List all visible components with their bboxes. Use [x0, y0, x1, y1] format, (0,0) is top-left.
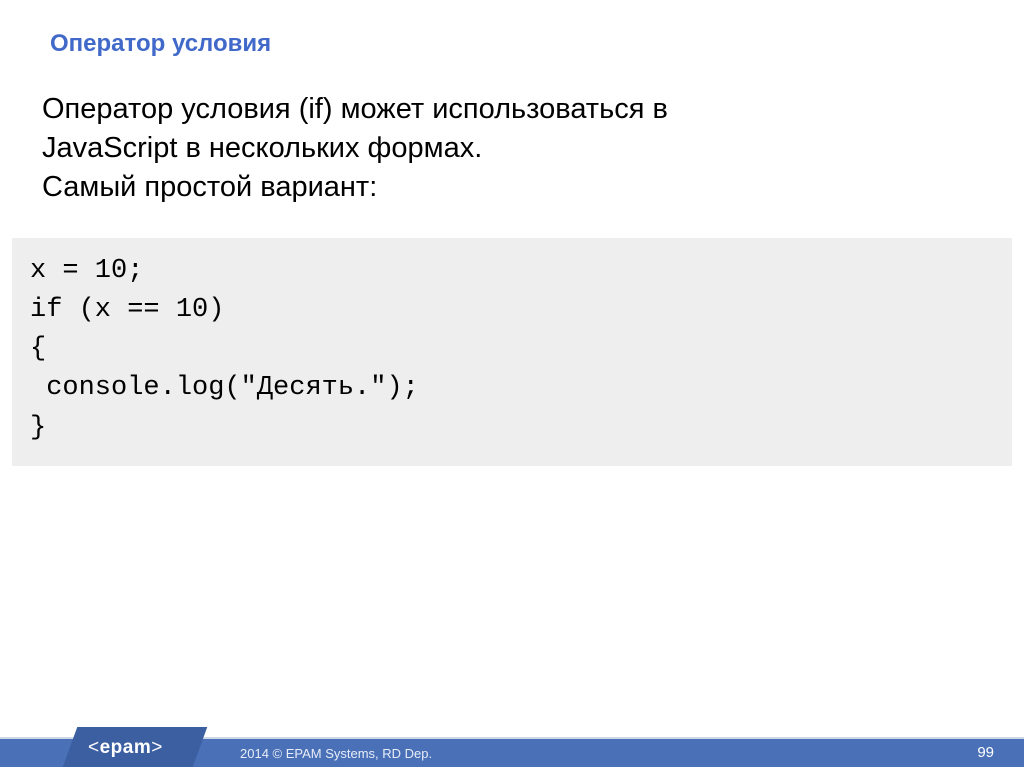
epam-logo: <ераm>: [88, 737, 163, 759]
copyright-text: 2014 © EPAM Systems, RD Dep.: [240, 746, 432, 761]
angle-left-icon: <: [88, 737, 100, 758]
body-line: JavaScript в нескольких формах.: [42, 129, 668, 168]
body-line: Самый простой вариант:: [42, 168, 668, 207]
angle-right-icon: >: [151, 737, 163, 758]
slide: Оператор условия Оператор условия (if) м…: [0, 0, 1024, 767]
footer: <ераm> 2014 © EPAM Systems, RD Dep. 99: [0, 727, 1024, 767]
page-number: 99: [977, 744, 994, 761]
body-line: Оператор условия (if) может использовать…: [42, 90, 668, 129]
code-block: x = 10; if (x == 10) { console.log("Деся…: [12, 238, 1012, 466]
slide-heading: Оператор условия: [50, 30, 271, 58]
slide-body: Оператор условия (if) может использовать…: [42, 90, 668, 207]
